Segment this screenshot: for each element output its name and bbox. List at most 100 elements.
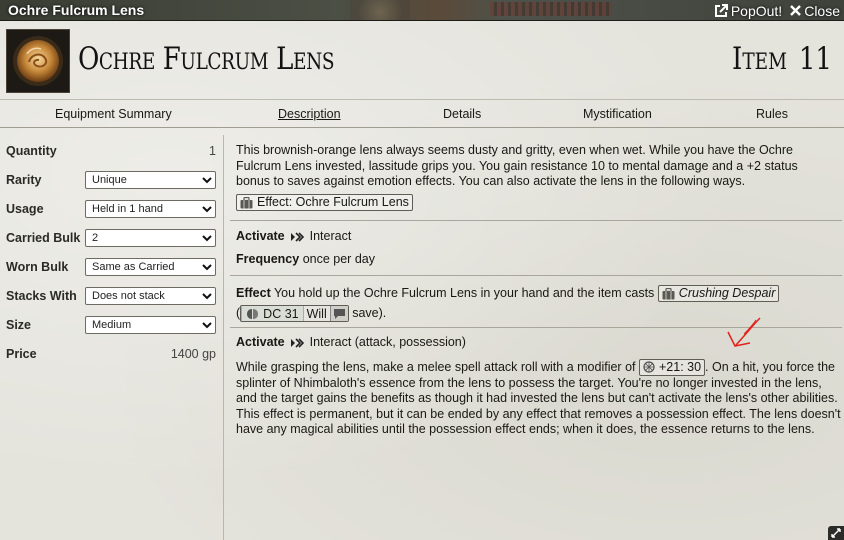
usage-row: Usage Held in 1 hand bbox=[6, 199, 216, 219]
activate1-label: Activate bbox=[236, 229, 285, 243]
usage-select-value: Held in 1 hand bbox=[92, 203, 163, 215]
will-save-label[interactable]: Will bbox=[302, 306, 330, 322]
close-label: Close bbox=[804, 2, 840, 19]
chevron-down-icon bbox=[202, 176, 212, 183]
attack-roll-button[interactable]: +21: 30 bbox=[638, 358, 706, 376]
annotation-arrow-icon bbox=[727, 317, 761, 347]
worn-bulk-row: Worn Bulk Same as Carried bbox=[6, 257, 216, 277]
possession-paragraph: While grasping the lens, make a melee sp… bbox=[236, 358, 842, 438]
stacks-with-select[interactable]: Does not stack bbox=[85, 287, 216, 305]
equipment-summary-sidebar: Quantity 1 Rarity Unique Usage Held in 1… bbox=[0, 135, 224, 540]
dc-part[interactable]: DC 31 bbox=[241, 306, 303, 322]
title-bar-background-art bbox=[350, 0, 410, 20]
size-row: Size Medium bbox=[6, 315, 216, 335]
tab-details[interactable]: Details bbox=[443, 107, 481, 121]
dice-icon bbox=[643, 361, 655, 373]
item-level: Item 11 bbox=[732, 41, 832, 77]
price-label: Price bbox=[6, 347, 37, 361]
effect-label: Effect bbox=[236, 286, 271, 300]
tab-mystification[interactable]: Mystification bbox=[583, 107, 652, 121]
popout-label: PopOut! bbox=[730, 2, 783, 19]
attack-mod: +21: 30 bbox=[658, 359, 702, 374]
ochre-lens-icon bbox=[13, 36, 63, 86]
external-link-icon bbox=[714, 3, 728, 17]
chat-bubble-icon bbox=[333, 308, 345, 319]
possession-pre: While grasping the lens, make a melee sp… bbox=[236, 359, 636, 374]
price-row: Price 1400 gp bbox=[6, 344, 216, 364]
quantity-row: Quantity 1 bbox=[6, 141, 216, 161]
single-action-icon bbox=[291, 232, 305, 242]
description-intro: This brownish-orange lens always seems d… bbox=[236, 143, 798, 188]
rarity-select-value: Unique bbox=[92, 174, 127, 186]
resize-icon bbox=[831, 528, 841, 538]
effect-link[interactable]: Effect: Ochre Fulcrum Lens bbox=[236, 194, 413, 211]
rarity-label: Rarity bbox=[6, 173, 42, 187]
saving-throw-check[interactable]: DC 31 Will bbox=[240, 305, 349, 323]
price-value[interactable]: 1400 gp bbox=[171, 347, 216, 361]
activate1-line: Activate Interact bbox=[236, 229, 842, 245]
effect-line: Effect You hold up the Ochre Fulcrum Len… bbox=[236, 283, 842, 303]
stacks-with-label: Stacks With bbox=[6, 289, 77, 303]
title-bar-background-art-2 bbox=[490, 2, 612, 16]
chevron-down-icon bbox=[202, 292, 212, 299]
item-sheet: Ochre Fulcrum Lens Item 11 Equipment Sum… bbox=[0, 21, 844, 540]
activate2-action: Interact (attack, possession) bbox=[309, 335, 466, 349]
suitcase-icon bbox=[240, 196, 253, 208]
worn-bulk-select-value: Same as Carried bbox=[92, 261, 175, 273]
tab-description[interactable]: Description bbox=[278, 107, 341, 121]
window-title-bar[interactable]: Ochre Fulcrum Lens PopOut! Close bbox=[0, 0, 844, 21]
effect-link-label: Effect: Ochre Fulcrum Lens bbox=[257, 195, 409, 209]
close-button[interactable]: Close bbox=[790, 3, 840, 19]
sheet-header: Ochre Fulcrum Lens Item 11 bbox=[0, 21, 844, 99]
activate1-action: Interact bbox=[309, 229, 352, 243]
rarity-row: Rarity Unique bbox=[6, 170, 216, 190]
chevron-down-icon bbox=[202, 205, 212, 212]
divider bbox=[230, 220, 842, 221]
brain-icon bbox=[247, 308, 259, 319]
carried-bulk-row: Carried Bulk 2 bbox=[6, 228, 216, 248]
tab-equipment-summary[interactable]: Equipment Summary bbox=[55, 107, 172, 121]
rarity-select[interactable]: Unique bbox=[85, 171, 216, 189]
crushing-despair-link[interactable]: Crushing Despair bbox=[657, 285, 780, 303]
divider bbox=[230, 275, 842, 276]
popout-button[interactable]: PopOut! bbox=[714, 3, 782, 19]
frequency-line: Frequency once per day bbox=[236, 252, 842, 268]
activation-1: Activate Interact Frequency once per day bbox=[236, 229, 842, 267]
carried-bulk-label: Carried Bulk bbox=[6, 231, 81, 245]
suitcase-icon bbox=[662, 287, 675, 300]
effect-text: You hold up the Ochre Fulcrum Lens in yo… bbox=[273, 286, 655, 300]
item-name[interactable]: Ochre Fulcrum Lens bbox=[78, 41, 335, 77]
carried-bulk-select[interactable]: 2 bbox=[85, 229, 216, 247]
tab-rules[interactable]: Rules bbox=[756, 107, 788, 121]
single-action-icon bbox=[291, 338, 305, 348]
activation-2: Activate Interact (attack, possession) W… bbox=[236, 335, 842, 438]
stacks-with-select-value: Does not stack bbox=[92, 290, 165, 302]
carried-bulk-select-value: 2 bbox=[92, 232, 99, 244]
item-image[interactable] bbox=[6, 29, 70, 93]
frequency-value: once per day bbox=[302, 251, 375, 266]
crushing-despair-label: Crushing Despair bbox=[678, 286, 776, 301]
close-icon bbox=[790, 5, 802, 16]
chevron-down-icon bbox=[202, 321, 212, 328]
worn-bulk-select[interactable]: Same as Carried bbox=[85, 258, 216, 276]
dc-text: DC 31 bbox=[263, 306, 299, 321]
chevron-down-icon bbox=[202, 234, 212, 241]
usage-label: Usage bbox=[6, 202, 44, 216]
worn-bulk-label: Worn Bulk bbox=[6, 260, 69, 274]
sheet-tabs: Equipment Summary Description Details My… bbox=[0, 99, 844, 128]
activate2-label: Activate bbox=[236, 335, 285, 349]
size-select[interactable]: Medium bbox=[85, 316, 216, 334]
post-to-chat-button[interactable] bbox=[329, 306, 348, 322]
size-label: Size bbox=[6, 318, 32, 332]
chevron-down-icon bbox=[202, 263, 212, 270]
usage-select[interactable]: Held in 1 hand bbox=[85, 200, 216, 218]
window-title: Ochre Fulcrum Lens bbox=[8, 2, 145, 18]
window-controls: PopOut! Close bbox=[714, 0, 840, 21]
frequency-label: Frequency bbox=[236, 251, 300, 266]
resize-handle[interactable] bbox=[828, 526, 844, 540]
stacks-with-row: Stacks With Does not stack bbox=[6, 286, 216, 306]
quantity-value[interactable]: 1 bbox=[209, 144, 216, 158]
level-value: 11 bbox=[798, 41, 832, 77]
save-tail: save). bbox=[352, 306, 387, 320]
quantity-label: Quantity bbox=[6, 144, 57, 158]
